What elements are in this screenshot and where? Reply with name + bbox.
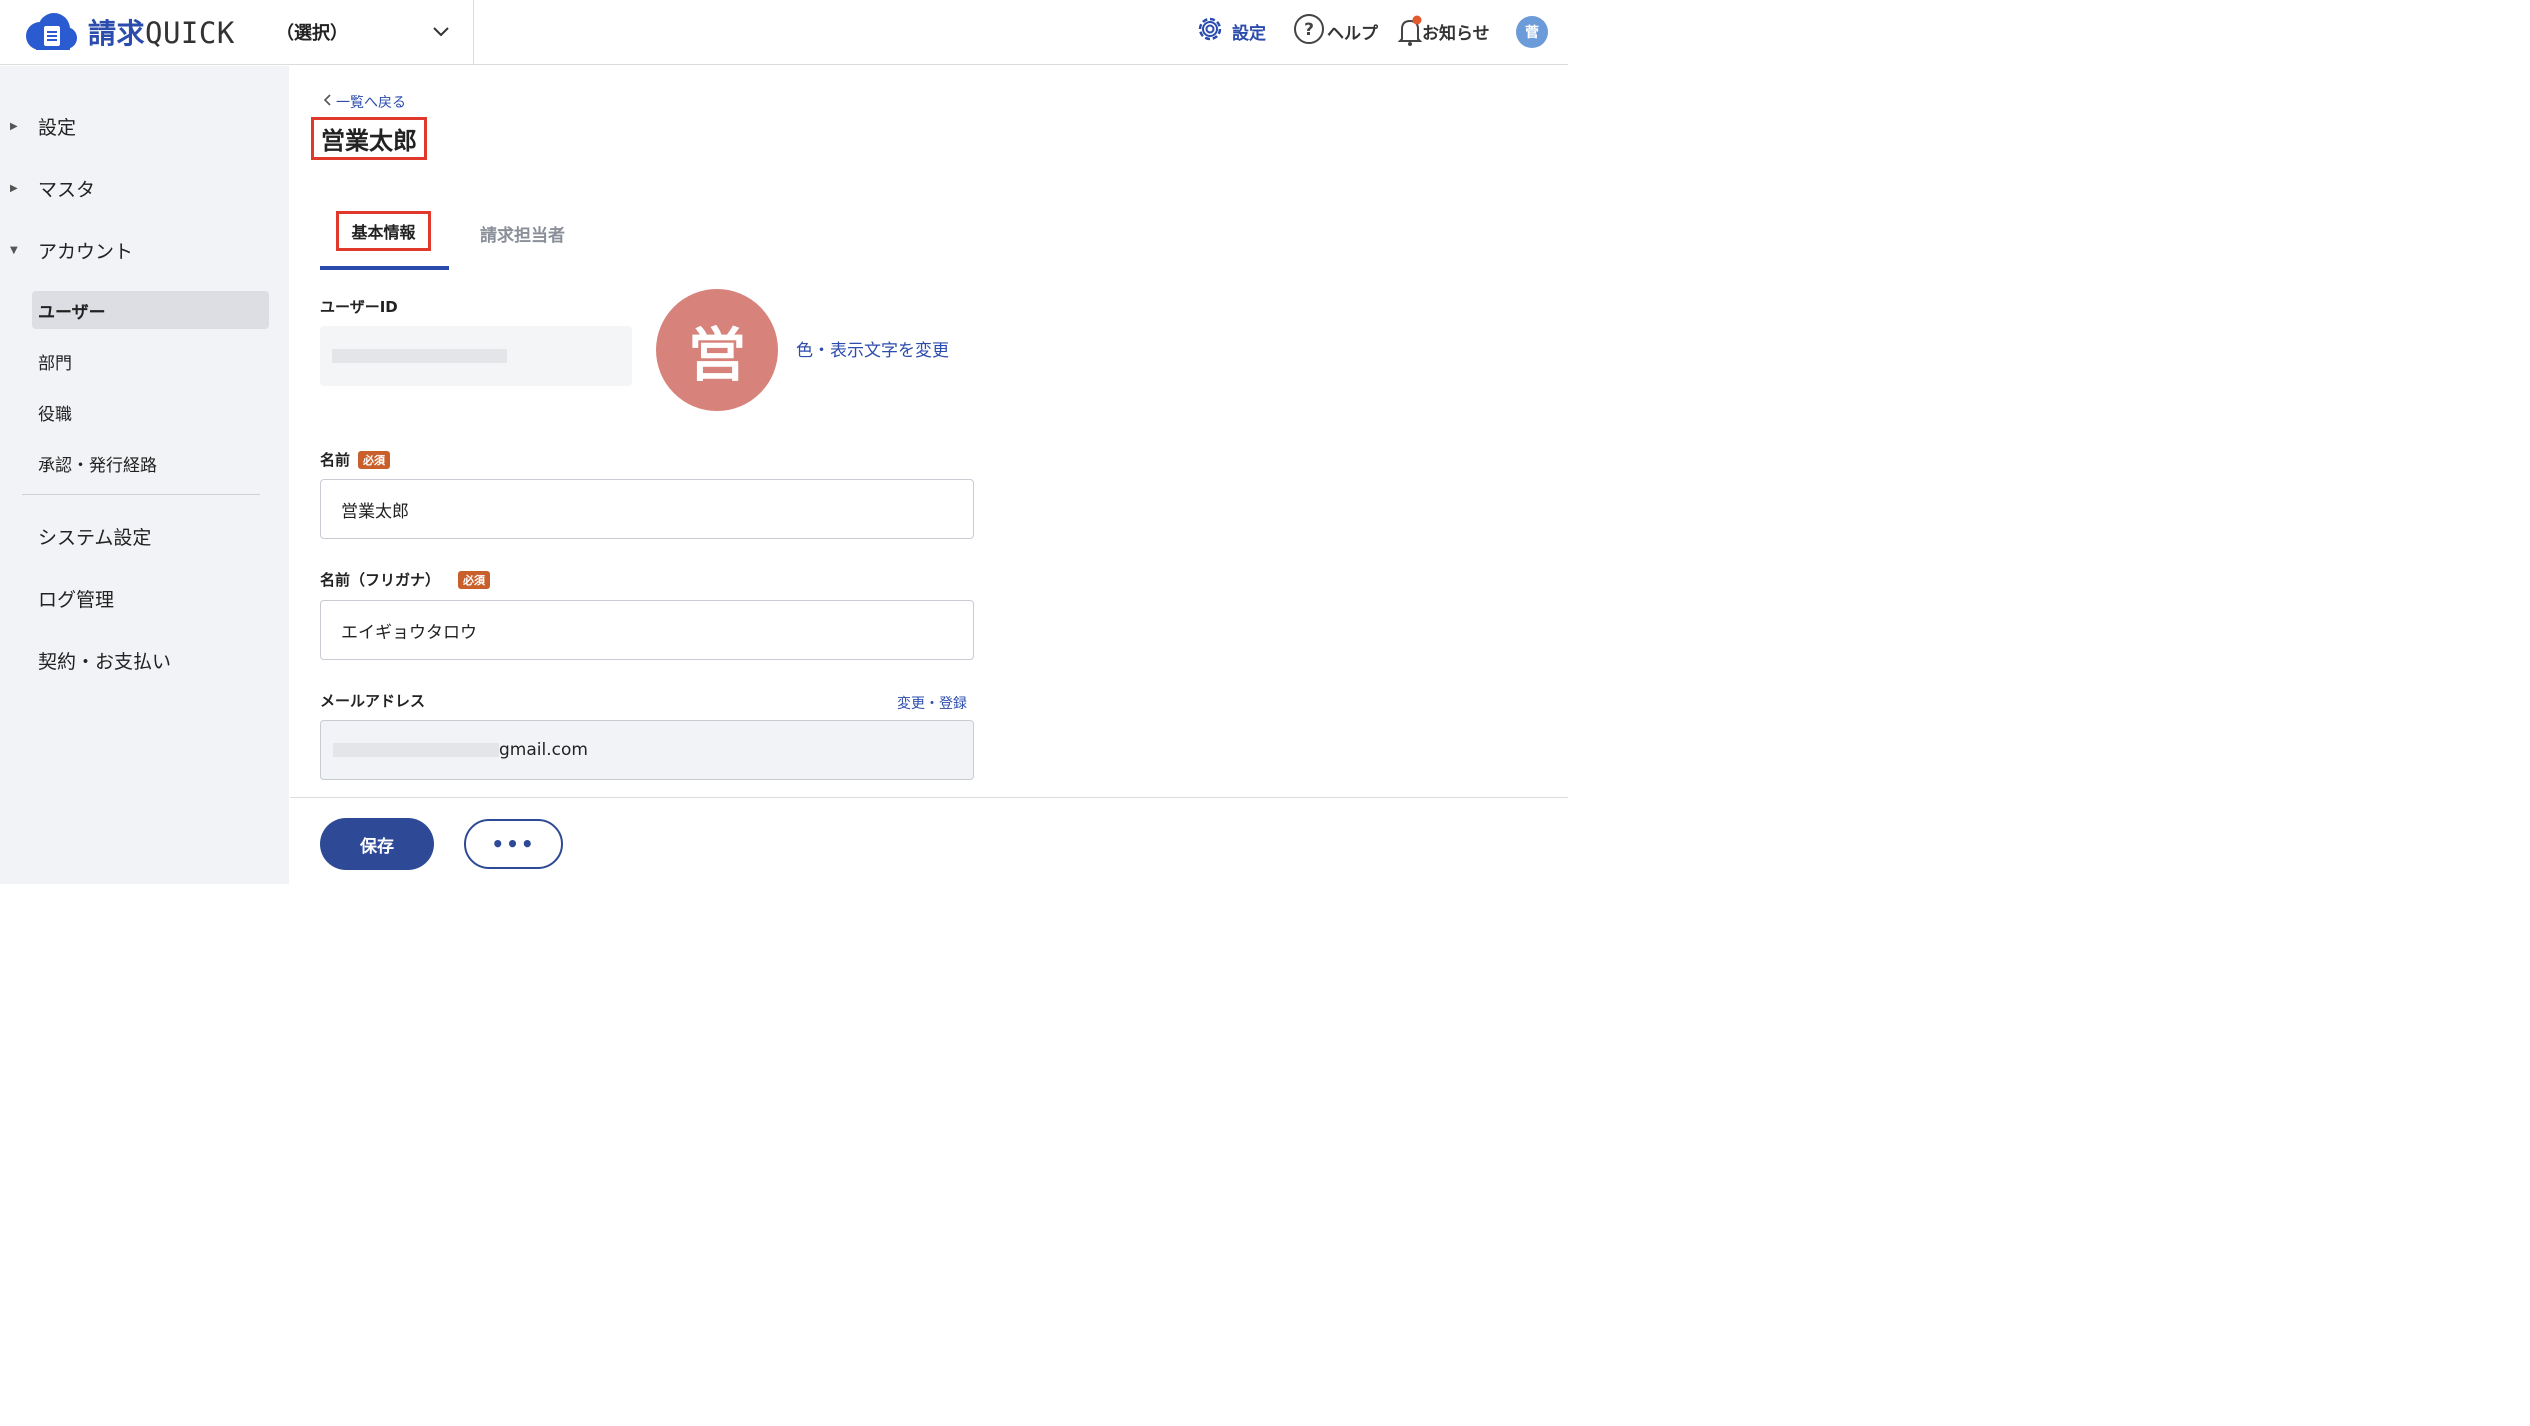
tab-basic-info-label: 基本情報 [351, 223, 416, 242]
settings-label: 設定 [1232, 23, 1266, 44]
required-badge: 必須 [358, 450, 391, 469]
sidebar-section-label: システム設定 [38, 526, 152, 549]
sidebar-item-approval-routes[interactable]: 承認・発行経路 [32, 444, 269, 482]
sidebar-item-log-management[interactable]: ログ管理 [0, 576, 289, 620]
page-title-highlight: 営業太郎 [311, 117, 427, 160]
tab-billing-contact-label: 請求担当者 [480, 226, 565, 246]
sidebar-item-departments[interactable]: 部門 [32, 342, 269, 380]
kana-input[interactable]: エイギョウタロウ [320, 600, 974, 660]
user-id-label: ユーザーID [320, 296, 398, 317]
sidebar-divider [22, 494, 260, 495]
sidebar-section-label: マスタ [38, 178, 96, 201]
sidebar-section-label: ログ管理 [38, 588, 115, 611]
sidebar-section-master[interactable]: ▶ マスタ [0, 166, 289, 210]
caret-right-icon: ▶ [10, 120, 18, 132]
notice-label: お知らせ [1422, 23, 1490, 44]
main-content: 一覧へ戻る 営業太郎 基本情報 請求担当者 ユーザーID 営 色・表示文字を変更… [290, 66, 1568, 884]
sidebar-section-label: 契約・お支払い [38, 650, 172, 673]
email-label-text: メールアドレス [320, 692, 426, 710]
masked-user-id [332, 349, 507, 363]
required-badge: 必須 [458, 570, 491, 589]
change-avatar-link[interactable]: 色・表示文字を変更 [796, 336, 949, 361]
masked-email-prefix [333, 743, 499, 757]
sidebar-section-settings[interactable]: ▶ 設定 [0, 104, 289, 148]
organization-select[interactable]: （選択） [276, 14, 450, 50]
email-field: gmail.com [320, 720, 974, 780]
kana-input-value: エイギョウタロウ [341, 622, 477, 643]
sidebar-section-label: アカウント [38, 240, 134, 263]
settings-button[interactable]: 設定 [1194, 13, 1266, 49]
logo-text: 請求QUICK [88, 16, 235, 50]
name-label: 名前 必須 [320, 449, 391, 470]
cloud-logo-icon [22, 12, 78, 52]
organization-select-value: （選択） [276, 23, 348, 44]
user-id-label-text: ユーザーID [320, 298, 398, 316]
user-id-field [320, 326, 632, 386]
tab-basic-info[interactable]: 基本情報 [320, 206, 449, 270]
email-change-link[interactable]: 変更・登録 [897, 693, 967, 713]
sidebar-section-label: 設定 [38, 116, 77, 139]
sidebar: ▶ 設定 ▶ マスタ ▼ アカウント ユーザー 部門 役職 承認・発行経路 シス… [0, 66, 289, 884]
sidebar-item-contract-payment[interactable]: 契約・お支払い [0, 638, 289, 682]
caret-down-icon: ▼ [10, 244, 18, 256]
help-button[interactable]: ? ヘルプ [1293, 13, 1378, 49]
save-button[interactable]: 保存 [320, 818, 434, 870]
email-visible-suffix: gmail.com [499, 740, 588, 760]
caret-right-icon: ▶ [10, 182, 18, 194]
chevron-left-icon [322, 93, 332, 111]
sidebar-item-positions[interactable]: 役職 [32, 393, 269, 431]
action-footer: 保存 ••• [290, 797, 1568, 884]
more-options-button[interactable]: ••• [464, 819, 563, 869]
sidebar-section-account[interactable]: ▼ アカウント [0, 228, 289, 272]
chevron-down-icon [432, 23, 450, 42]
help-label: ヘルプ [1327, 23, 1378, 44]
sidebar-item-users[interactable]: ユーザー [32, 291, 269, 329]
kana-label-text: 名前（フリガナ） [320, 571, 441, 589]
tab-billing-contact[interactable]: 請求担当者 [480, 206, 590, 270]
gear-icon [1194, 13, 1226, 50]
name-input[interactable]: 営業太郎 [320, 479, 974, 539]
back-link-label: 一覧へ戻る [336, 95, 406, 111]
page-title: 営業太郎 [321, 127, 417, 155]
notifications-button[interactable]: お知らせ [1397, 13, 1490, 49]
bell-icon [1397, 15, 1423, 47]
tab-basic-info-highlight: 基本情報 [336, 211, 431, 251]
name-label-text: 名前 [320, 451, 351, 469]
header-divider [473, 0, 474, 65]
svg-text:?: ? [1304, 20, 1314, 40]
kana-label: 名前（フリガナ） 必須 [320, 569, 491, 590]
user-avatar[interactable]: 菅 [1516, 16, 1548, 48]
top-header: 請求QUICK （選択） 設定 ? ヘルプ お知らせ 菅 [0, 0, 1568, 65]
email-label: メールアドレス [320, 690, 425, 711]
name-input-value: 営業太郎 [341, 501, 409, 522]
sidebar-item-system-settings[interactable]: システム設定 [0, 514, 289, 558]
back-to-list-link[interactable]: 一覧へ戻る [322, 92, 406, 112]
help-circle-icon: ? [1293, 13, 1325, 50]
app-logo[interactable]: 請求QUICK [22, 12, 235, 52]
user-avatar-large: 営 [656, 289, 778, 411]
